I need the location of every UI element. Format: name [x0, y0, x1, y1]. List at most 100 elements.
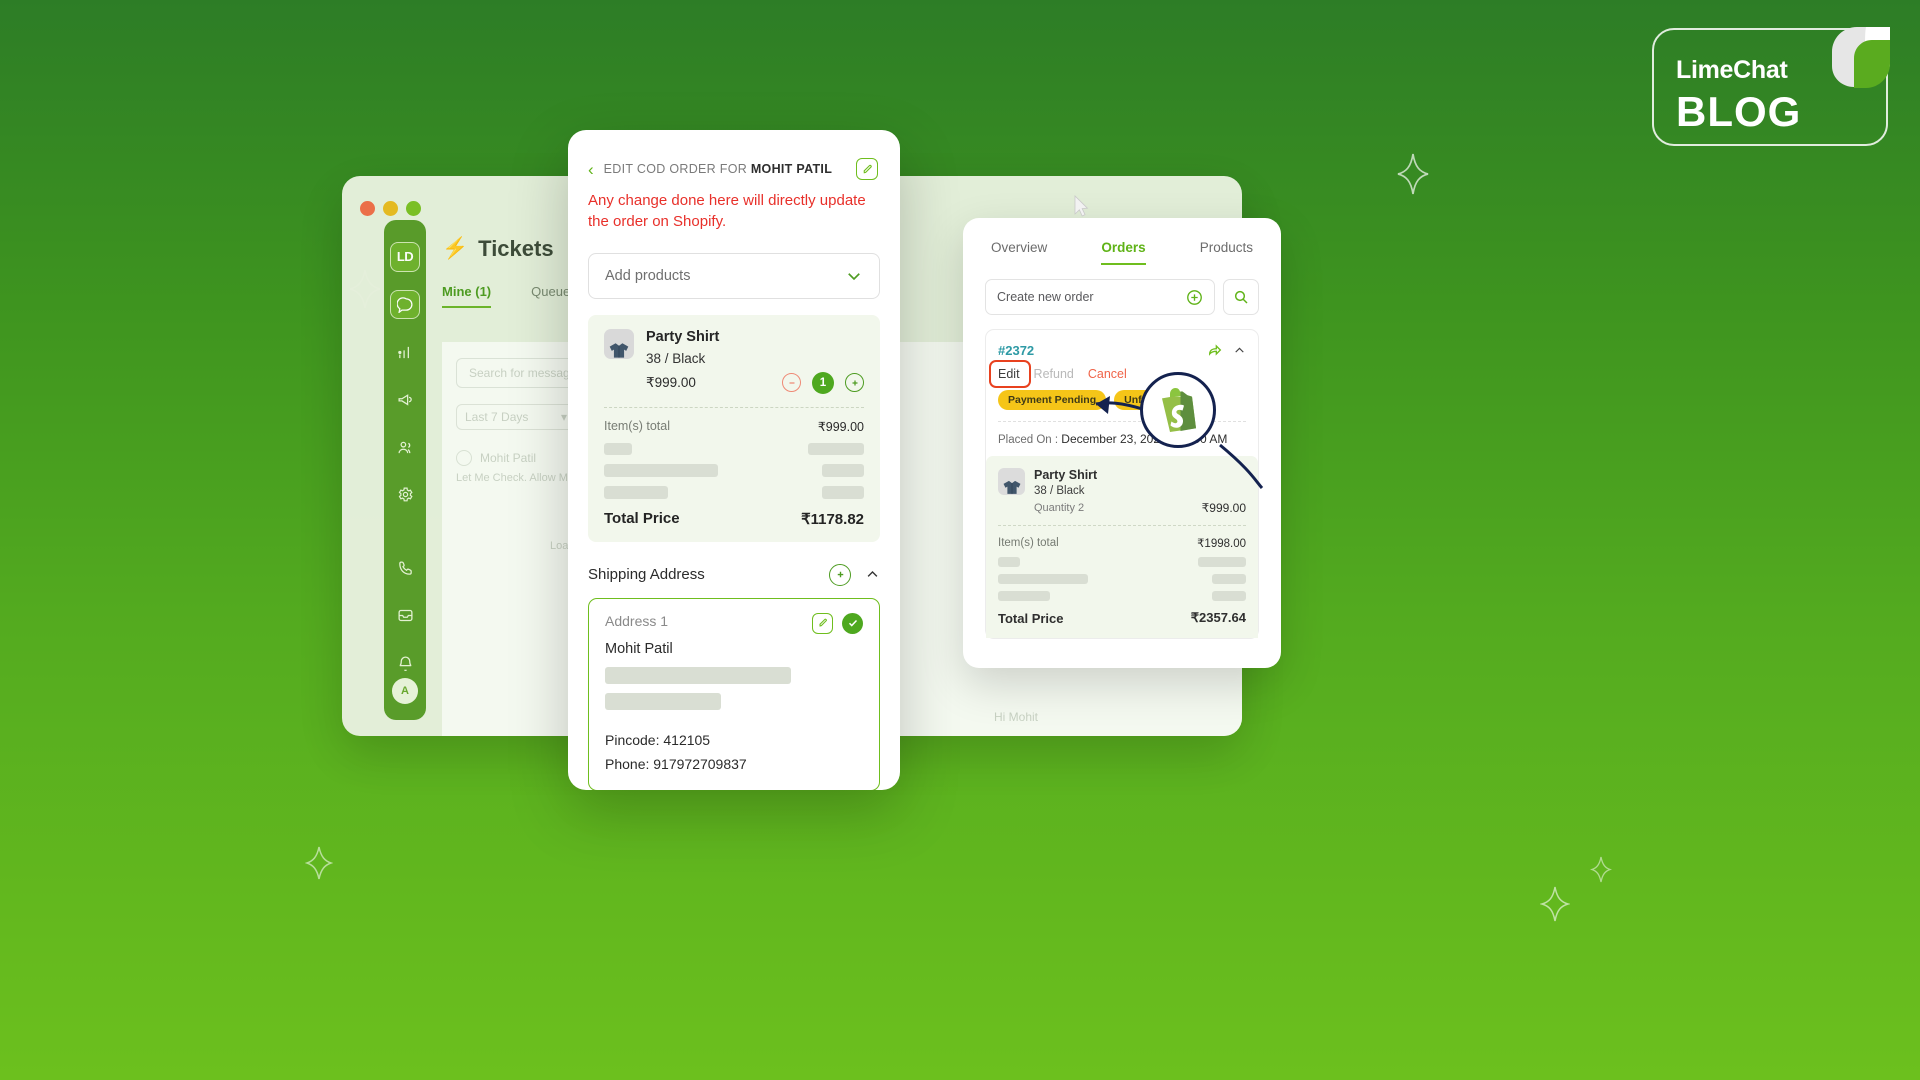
window-maximize-dot[interactable]	[406, 201, 421, 216]
phone-icon	[398, 561, 412, 575]
redacted-value	[1212, 591, 1246, 601]
order-card: #2372 Edit Refund Cancel Payment Pending…	[985, 329, 1259, 639]
chevron-up-icon[interactable]	[1233, 344, 1246, 357]
sidebar-item-analytics[interactable]	[390, 337, 420, 367]
redacted-value	[808, 442, 864, 455]
tab-orders[interactable]: Orders	[1101, 240, 1146, 265]
grand-total-value: ₹2357.64	[1190, 610, 1246, 625]
inbox-icon	[397, 610, 413, 622]
shopify-sync-warning: Any change done here will directly updat…	[588, 192, 866, 231]
check-circle-icon[interactable]	[842, 612, 863, 634]
redacted-address-line	[605, 692, 721, 710]
address-phone: Phone: 917972709837	[605, 755, 747, 772]
filter-date-range[interactable]: Last 7 Days ▾	[456, 404, 576, 430]
order-items-card: Party Shirt 38 / Black ₹999.00 1 Item(s)…	[588, 314, 880, 542]
sidebar-item-notifications[interactable]	[390, 649, 420, 679]
orders-panel: Overview Orders Products Create new orde…	[963, 218, 1281, 668]
items-total-label: Item(s) total	[998, 537, 1059, 549]
product-name: Party Shirt	[1034, 468, 1098, 482]
product-quantity: Quantity 2	[1034, 502, 1085, 514]
megaphone-icon	[397, 394, 412, 406]
sidebar-item-contacts[interactable]	[390, 433, 420, 463]
create-order-label: Create new order	[997, 290, 1094, 304]
window-close-dot[interactable]	[360, 201, 375, 216]
sidebar-item-calls[interactable]	[390, 553, 420, 583]
search-button[interactable]	[1223, 279, 1259, 315]
product-price: ₹999.00	[1201, 501, 1246, 515]
product-price: ₹999.00	[646, 374, 696, 390]
add-address-button[interactable]	[829, 563, 851, 586]
shipping-header-icons	[829, 563, 880, 586]
chevron-up-icon[interactable]	[865, 567, 880, 582]
sparkle-icon	[1397, 153, 1429, 195]
add-products-placeholder: Add products	[605, 267, 691, 284]
order-cancel-button[interactable]: Cancel	[1088, 367, 1127, 381]
items-total-value: ₹999.00	[817, 419, 864, 434]
grand-total-label: Total Price	[604, 510, 680, 528]
redacted-label	[604, 442, 632, 455]
logo-title: LimeChat	[1676, 56, 1788, 84]
redacted-value	[822, 463, 864, 477]
address-card-header: Address 1	[605, 612, 863, 634]
pencil-icon	[818, 618, 827, 627]
sparkle-icon	[1540, 886, 1570, 922]
avatar[interactable]: A	[392, 678, 418, 704]
orders-panel-tabs: Overview Orders Products	[963, 218, 1281, 265]
redacted-row	[998, 574, 1246, 584]
order-edit-button[interactable]: Edit	[998, 367, 1020, 381]
product-thumbnail	[998, 468, 1025, 495]
pencil-icon	[863, 164, 872, 173]
create-new-order-button[interactable]: Create new order	[985, 279, 1215, 315]
share-arrow-icon[interactable]	[1207, 342, 1223, 358]
shirt-icon	[609, 342, 629, 358]
plus-circle-icon[interactable]	[845, 373, 864, 393]
pencil-square-icon[interactable]	[856, 158, 878, 180]
minus-circle-icon[interactable]	[782, 373, 801, 393]
chat-bubble-icon	[396, 297, 413, 313]
sidebar-item-chats[interactable]	[390, 289, 420, 320]
redacted-label	[998, 557, 1020, 567]
order-product-row: Party Shirt 38 / Black Quantity 2 ₹999.0…	[998, 468, 1246, 515]
tab-products[interactable]: Products	[1200, 240, 1253, 265]
redacted-value	[1198, 557, 1246, 567]
chevron-left-icon[interactable]: ‹	[588, 161, 594, 178]
quantity-value: 1	[812, 371, 834, 394]
logo-subtitle: BLOG	[1676, 88, 1802, 135]
redacted-label	[604, 485, 668, 499]
items-total-row: Item(s) total ₹1998.00	[998, 536, 1246, 550]
page-title: Tickets	[478, 236, 554, 261]
edit-panel-title-customer: MOHIT PATIL	[750, 162, 833, 176]
lightning-bolt-icon: ⚡	[442, 237, 469, 260]
shirt-icon	[1003, 480, 1020, 494]
plus-circle-icon	[1187, 289, 1202, 305]
grand-total-value: ₹1178.82	[801, 510, 864, 528]
chevron-down-icon: ▾	[560, 410, 567, 424]
order-id[interactable]: #2372	[998, 343, 1034, 358]
list-item-name: Mohit Patil	[480, 451, 537, 465]
redacted-row	[998, 557, 1246, 567]
divider	[998, 525, 1246, 526]
avatar	[456, 450, 472, 466]
product-quantity-row: Quantity 2 ₹999.00	[1034, 501, 1246, 515]
tab-overview[interactable]: Overview	[991, 240, 1047, 265]
redacted-row	[604, 442, 864, 455]
sidebar-item-campaigns[interactable]	[390, 385, 420, 415]
redacted-row	[998, 591, 1246, 601]
sparkle-icon	[305, 846, 333, 880]
redacted-row	[604, 463, 864, 477]
mouse-cursor-icon	[1074, 195, 1089, 217]
tab-mine[interactable]: Mine (1)	[442, 284, 492, 308]
sidebar-item-inbox[interactable]	[390, 601, 420, 631]
placed-on-label: Placed On :	[998, 434, 1059, 446]
address-card[interactable]: Address 1 Mohit Patil Pincode: 412105 Ph…	[588, 597, 880, 790]
product-variant: 38 / Black	[646, 350, 706, 366]
quantity-stepper: 1	[782, 371, 864, 394]
shopify-bag-icon	[1162, 388, 1196, 432]
sidebar-brand-logo[interactable]: LD	[390, 242, 420, 272]
address-edit-button[interactable]	[812, 612, 833, 634]
add-products-dropdown[interactable]: Add products	[588, 252, 880, 299]
shipping-address-title: Shipping Address	[588, 566, 705, 584]
sidebar-item-settings[interactable]	[390, 480, 420, 510]
window-minimize-dot[interactable]	[383, 201, 398, 216]
limechat-blog-logo: LimeChat BLOG	[1652, 27, 1890, 146]
